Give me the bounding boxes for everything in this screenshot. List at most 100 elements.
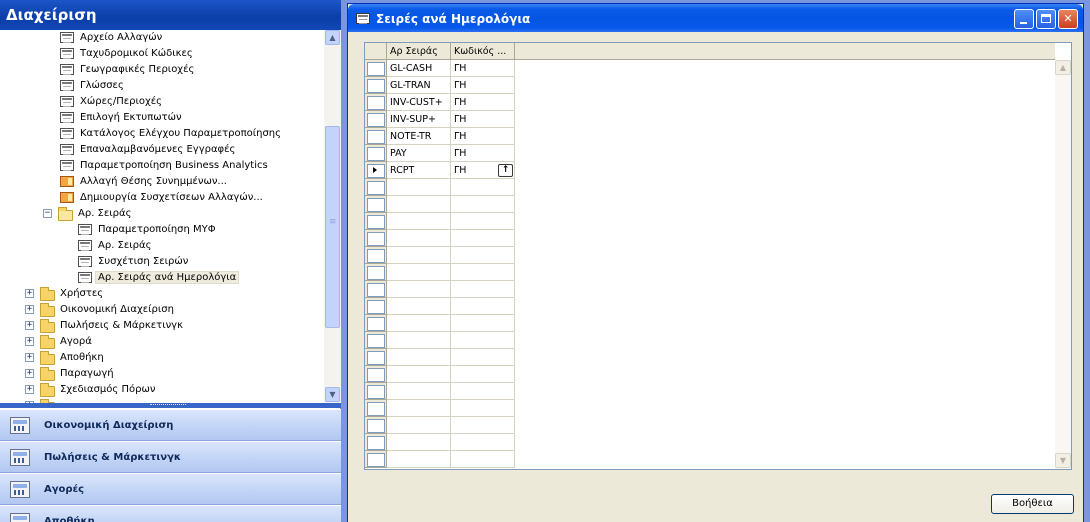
expand-icon[interactable]: + [25, 289, 34, 298]
series-cell[interactable] [387, 417, 451, 434]
series-cell[interactable]: PAY [387, 145, 451, 162]
empty-table-row[interactable] [365, 213, 1055, 230]
scroll-down-icon[interactable]: ▼ [1055, 453, 1071, 468]
tree-item[interactable]: − Αρ. Σειράς [0, 206, 324, 222]
series-cell[interactable] [387, 264, 451, 281]
row-selector[interactable] [365, 298, 387, 315]
row-selector[interactable] [365, 247, 387, 264]
series-cell[interactable]: GL-TRAN [387, 77, 451, 94]
empty-table-row[interactable] [365, 383, 1055, 400]
table-row[interactable]: NOTE-TR ΓΗ [365, 128, 1055, 145]
tree-item[interactable]: Αρ. Σειράς [0, 238, 324, 254]
expand-icon[interactable]: + [25, 353, 34, 362]
pane-splitter[interactable] [0, 403, 341, 408]
row-selector[interactable] [365, 349, 387, 366]
empty-table-row[interactable] [365, 332, 1055, 349]
code-cell[interactable] [451, 349, 515, 366]
expand-icon[interactable]: + [25, 385, 34, 394]
series-cell[interactable]: RCPT [387, 162, 451, 179]
tree-item[interactable]: + Παραγωγή [0, 366, 324, 382]
series-cell[interactable]: GL-CASH [387, 60, 451, 77]
nav-button[interactable]: Πωλήσεις & Μάρκετινγκ [0, 441, 341, 473]
table-row[interactable]: RCPT ΓΗ ↑ [365, 162, 1055, 179]
tree-item[interactable]: Αρ. Σειράς ανά Ημερολόγια [0, 270, 324, 286]
code-cell[interactable] [451, 417, 515, 434]
collapse-icon[interactable]: − [43, 209, 52, 218]
series-grid[interactable]: Αρ Σειράς Κωδικός ... GL-CASH ΓΗ GL-TRAN ΓΗ… [364, 42, 1072, 470]
code-cell[interactable] [451, 298, 515, 315]
series-cell[interactable]: NOTE-TR [387, 128, 451, 145]
code-cell[interactable]: ΓΗ [451, 77, 515, 94]
table-row[interactable]: INV-SUP+ ΓΗ [365, 111, 1055, 128]
tree-item[interactable]: Γλώσσες [0, 78, 324, 94]
tree-item[interactable]: + Οικονομική Διαχείριση [0, 302, 324, 318]
tree-item[interactable]: + Σχεδιασμός Πόρων [0, 382, 324, 398]
tree-item[interactable]: Γεωγραφικές Περιοχές [0, 62, 324, 78]
row-selector[interactable] [365, 281, 387, 298]
expand-icon[interactable]: + [25, 305, 34, 314]
expand-icon[interactable]: + [25, 337, 34, 346]
row-selector[interactable] [365, 264, 387, 281]
code-cell[interactable] [451, 332, 515, 349]
code-cell[interactable] [451, 247, 515, 264]
code-cell[interactable] [451, 451, 515, 468]
row-selector[interactable] [365, 366, 387, 383]
row-selector[interactable] [365, 213, 387, 230]
series-cell[interactable] [387, 247, 451, 264]
tree-item[interactable]: Αρχείο Αλλαγών [0, 30, 324, 46]
empty-table-row[interactable] [365, 349, 1055, 366]
tree-item[interactable]: + Αγορά [0, 334, 324, 350]
row-selector[interactable] [365, 196, 387, 213]
nav-button[interactable]: Οικονομική Διαχείριση [0, 409, 341, 441]
tree-item[interactable]: Αλλαγή Θέσης Συνημμένων... [0, 174, 324, 190]
tree-item[interactable]: Συσχέτιση Σειρών [0, 254, 324, 270]
table-row[interactable]: GL-CASH ΓΗ [365, 60, 1055, 77]
tree-item[interactable]: Χώρες/Περιοχές [0, 94, 324, 110]
navigation-tree[interactable]: Αρχείο Αλλαγών Ταχυδρομικοί Κώδικες Γεωγρα… [0, 30, 324, 403]
minimize-button[interactable] [1014, 9, 1034, 29]
series-cell[interactable] [387, 349, 451, 366]
code-cell[interactable] [451, 400, 515, 417]
row-selector[interactable] [365, 145, 387, 162]
tree-scrollbar[interactable]: ▲ ▼ [324, 30, 341, 403]
series-cell[interactable] [387, 383, 451, 400]
empty-table-row[interactable] [365, 417, 1055, 434]
series-cell[interactable] [387, 400, 451, 417]
row-selector[interactable] [365, 111, 387, 128]
row-selector[interactable] [365, 94, 387, 111]
tree-item[interactable]: Παραμετροποίηση ΜΥΦ [0, 222, 324, 238]
code-cell[interactable] [451, 281, 515, 298]
close-button[interactable]: ✕ [1058, 9, 1078, 29]
code-cell[interactable] [451, 230, 515, 247]
code-cell[interactable]: ΓΗ [451, 111, 515, 128]
series-cell[interactable] [387, 434, 451, 451]
code-cell[interactable] [451, 383, 515, 400]
series-cell[interactable]: INV-CUST+ [387, 94, 451, 111]
empty-table-row[interactable] [365, 264, 1055, 281]
code-cell[interactable]: ΓΗ [451, 145, 515, 162]
row-selector[interactable] [365, 332, 387, 349]
empty-table-row[interactable] [365, 247, 1055, 264]
lookup-icon[interactable]: ↑ [498, 164, 513, 177]
scroll-thumb[interactable] [325, 126, 340, 328]
expand-icon[interactable]: + [25, 321, 34, 330]
table-row[interactable]: PAY ΓΗ [365, 145, 1055, 162]
row-selector[interactable] [365, 451, 387, 468]
nav-button[interactable]: Αποθήκη [0, 505, 341, 522]
empty-table-row[interactable] [365, 196, 1055, 213]
code-cell[interactable] [451, 315, 515, 332]
series-cell[interactable]: INV-SUP+ [387, 111, 451, 128]
window-titlebar[interactable]: Σειρές ανά Ημερολόγια ✕ [348, 4, 1083, 32]
series-cell[interactable] [387, 281, 451, 298]
row-selector[interactable] [365, 77, 387, 94]
tree-item[interactable]: Επαναλαμβανόμενες Εγγραφές [0, 142, 324, 158]
series-cell[interactable] [387, 298, 451, 315]
empty-table-row[interactable] [365, 230, 1055, 247]
series-cell[interactable] [387, 196, 451, 213]
scroll-up-icon[interactable]: ▲ [325, 30, 340, 45]
tree-item[interactable]: Κατάλογος Ελέγχου Παραμετροποίησης [0, 126, 324, 142]
series-cell[interactable] [387, 213, 451, 230]
row-selector[interactable] [365, 417, 387, 434]
series-cell[interactable] [387, 332, 451, 349]
tree-item[interactable]: Παραμετροποίηση Business Analytics [0, 158, 324, 174]
